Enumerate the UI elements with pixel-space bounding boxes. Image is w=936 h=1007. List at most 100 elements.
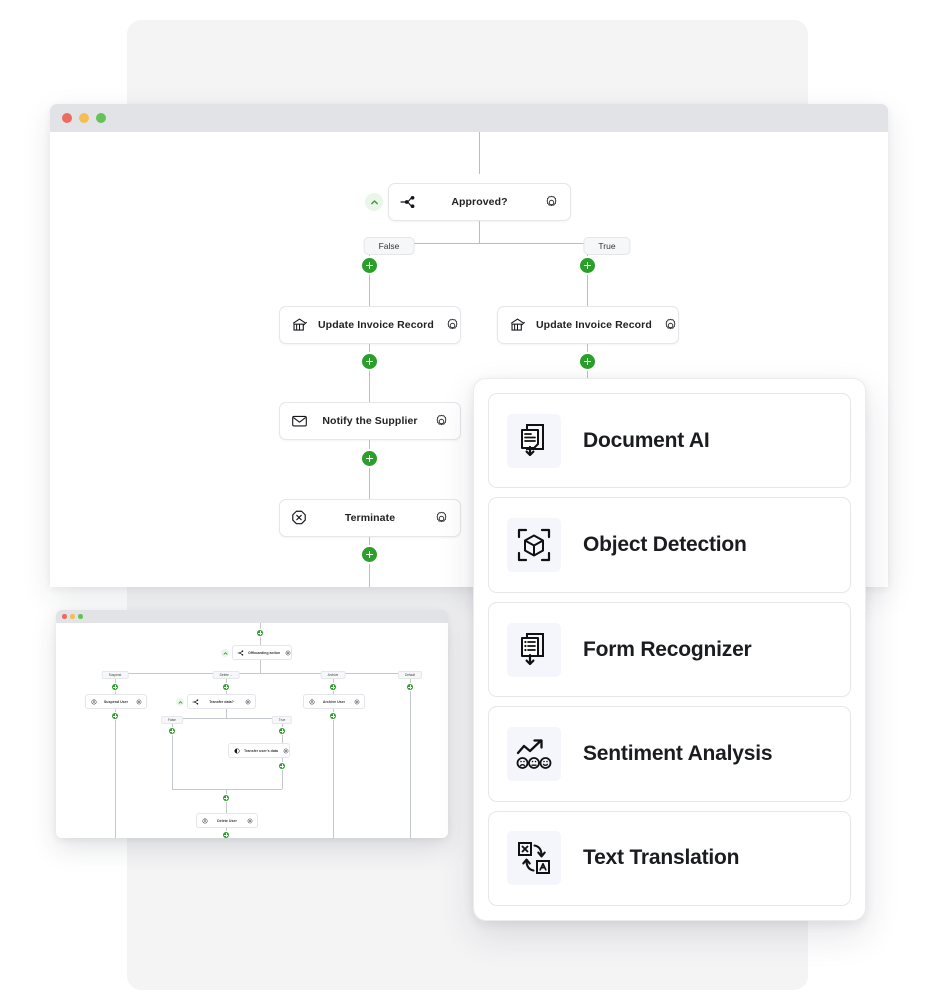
add-step-button-true-1[interactable] [580,258,595,273]
main-window-titlebar [50,104,888,132]
add-step-sm-c4[interactable] [407,684,413,690]
node-sm-archive-user[interactable]: Archive User [303,694,365,709]
minimize-button-small[interactable] [70,614,75,619]
gear-icon[interactable] [131,699,146,705]
zoom-button-small[interactable] [78,614,83,619]
gear-icon[interactable] [652,318,690,333]
add-step-button-false-4[interactable] [362,547,377,562]
edge-sm-c1-b [115,709,116,838]
ai-services-panel: Document AI Object Detection Form Recogn… [473,378,866,921]
node-label: Transfer user's data [244,748,279,753]
screenshot-stage: Approved? False True Update Invoice Reco… [0,0,936,1007]
branch-label-sm-4: Default [397,671,423,679]
object-detection-icon [507,518,561,573]
edge-sm-c4 [410,681,411,838]
chevron-up-icon [370,199,378,204]
user-icon [197,817,212,824]
user-icon [86,698,101,705]
node-label: Update Invoice Record [318,319,434,331]
node-sm-transfer-data[interactable]: Transfer data? [187,694,256,709]
branch-icon [389,195,427,209]
service-item-form-recognizer[interactable]: Form Recognizer [488,601,851,698]
minimize-button[interactable] [79,113,89,123]
chevron-up-icon [223,651,227,655]
gear-icon[interactable] [242,818,257,824]
gear-icon[interactable] [532,195,570,210]
add-step-sm-c2-tail[interactable] [223,832,229,838]
add-step-sm-root[interactable] [257,630,263,636]
sub-branch-label-true: True [271,716,293,724]
bank-icon [280,317,318,333]
node-label: Archive User [322,699,346,704]
octagon-x-icon [280,510,318,526]
text-translation-icon [507,831,561,886]
add-step-sm-true-b[interactable] [279,763,285,769]
add-step-button-false-2[interactable] [362,354,377,369]
add-step-button-true-2[interactable] [580,354,595,369]
node-notify-supplier[interactable]: Notify the Supplier [279,402,461,440]
branch-label-false: False [363,237,415,255]
gear-icon[interactable] [280,650,295,656]
edge-sm-bus [115,673,410,674]
service-label: Object Detection [583,533,747,557]
branch-icon [188,698,203,705]
service-item-document-ai[interactable]: Document AI [488,393,851,489]
add-step-sm-c2-a[interactable] [223,684,229,690]
node-terminate[interactable]: Terminate [279,499,461,537]
edge-sm-merge-bus [172,789,282,790]
node-label: Approved? [451,196,508,208]
gear-icon[interactable] [422,414,460,429]
branch-label-sm-3: Archive [320,671,346,679]
gear-icon[interactable] [422,511,460,526]
bank-icon [498,317,536,333]
add-step-sm-merge[interactable] [223,795,229,801]
close-button[interactable] [62,113,72,123]
chevron-up-icon [178,700,182,704]
collapse-toggle-sm-2[interactable] [176,698,184,706]
node-sm-suspend-user[interactable]: Suspend User [85,694,147,709]
edge-sm-c3-b [333,709,334,838]
add-step-sm-c3-a[interactable] [330,684,336,690]
service-item-sentiment-analysis[interactable]: Sentiment Analysis [488,706,851,802]
service-item-object-detection[interactable]: Object Detection [488,497,851,593]
small-window-titlebar [56,610,448,623]
edge-sm-c2-out [226,709,227,718]
close-button-small[interactable] [62,614,67,619]
node-label: Terminate [344,512,396,524]
drive-icon [229,747,244,754]
node-label: Offboarding action [248,650,281,655]
service-label: Text Translation [583,846,740,870]
gear-icon[interactable] [240,699,255,705]
add-step-button-false-1[interactable] [362,258,377,273]
branch-label-true: True [583,237,631,255]
node-sm-transfer-users-data[interactable]: Transfer user's data [228,743,290,758]
collapse-toggle-small[interactable] [221,649,229,657]
service-item-text-translation[interactable]: Text Translation [488,810,851,907]
branch-icon [233,649,248,656]
edge-false-4 [369,537,371,587]
collapse-toggle[interactable] [365,193,383,211]
edge-root-stem [479,132,481,174]
node-update-invoice-left[interactable]: Update Invoice Record [279,306,461,344]
workflow-canvas-small[interactable]: Offboarding action Suspend Delete ... Ar… [56,623,448,838]
zoom-button[interactable] [96,113,106,123]
branch-label-sm-2: Delete ... [212,671,240,679]
gear-icon[interactable] [349,699,364,705]
add-step-sm-c3-b[interactable] [330,713,336,719]
add-step-sm-c1-a[interactable] [112,684,118,690]
gear-icon[interactable] [434,318,472,333]
node-label: Transfer data? [209,699,234,704]
sub-branch-label-false: False [161,716,183,724]
add-step-sm-false[interactable] [169,728,175,734]
add-step-sm-true-a[interactable] [279,728,285,734]
node-label: Delete User [217,818,237,823]
edge-decision-out [479,221,481,243]
node-update-invoice-right[interactable]: Update Invoice Record [497,306,679,344]
node-decision-approved[interactable]: Approved? [388,183,571,221]
add-step-button-false-3[interactable] [362,451,377,466]
add-step-sm-c1-b[interactable] [112,713,118,719]
edge-false-3 [369,440,371,499]
gear-icon[interactable] [278,748,293,754]
node-sm-offboarding-action[interactable]: Offboarding action [232,645,292,660]
node-sm-delete-user[interactable]: Delete User [196,813,258,828]
